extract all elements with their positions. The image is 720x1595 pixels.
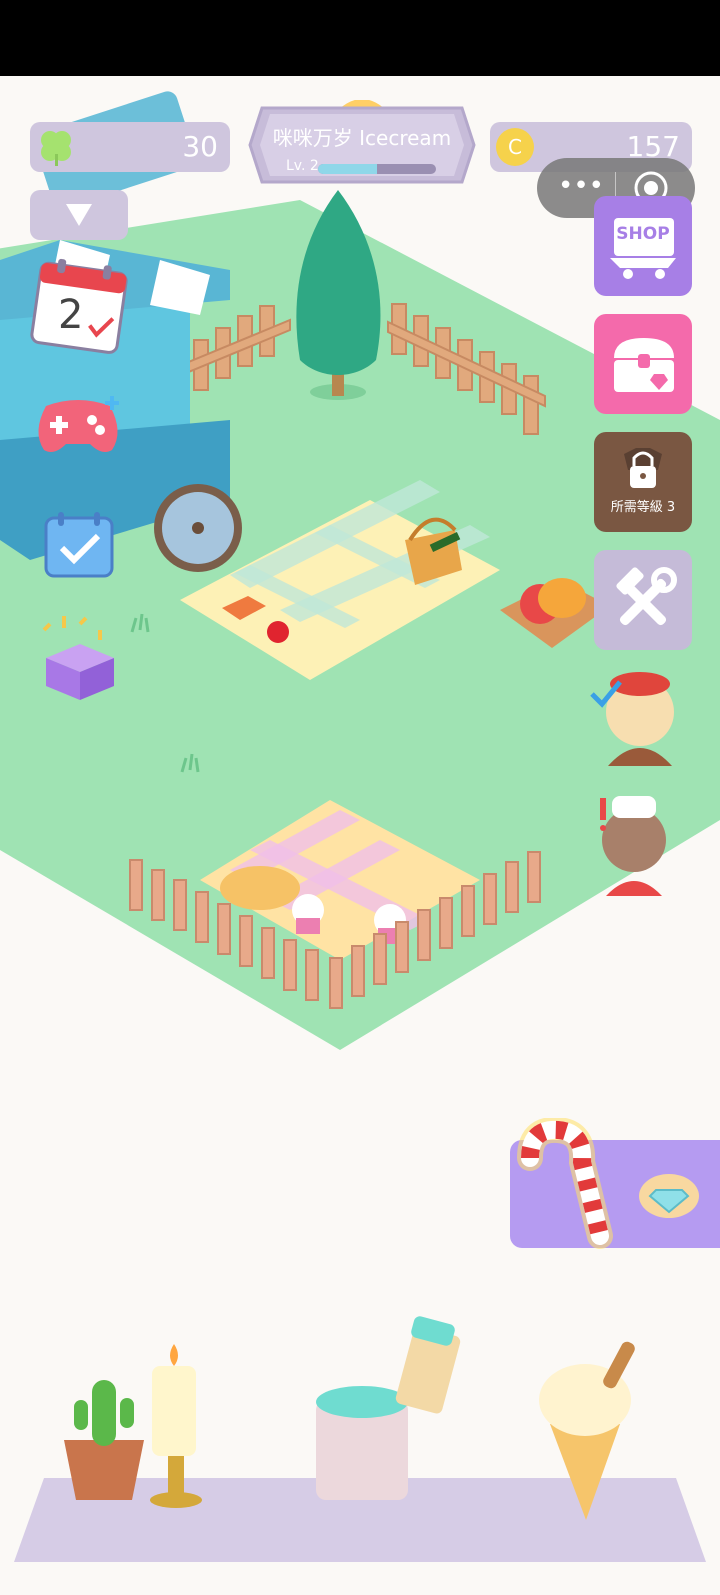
gift-box-icon [42,616,114,700]
treasure-chest-icon [614,338,674,392]
clover-count: 30 [182,130,218,163]
diamond-icon [639,1174,699,1218]
dropdown-arrow-icon [66,204,92,226]
shop-title-plaque[interactable]: 咪咪万岁 Icecream Lv. 2 [248,100,476,190]
required-level-label: 所需等級 3 [610,500,676,515]
paint-bucket-item [316,1316,461,1500]
shop-button[interactable]: SHOP [594,196,692,296]
treasure-chest-button[interactable] [594,314,692,414]
gift-box-button[interactable] [34,610,124,706]
calendar-day: 2 [58,292,84,338]
shop-name: 咪咪万岁 Icecream [272,126,452,150]
status-bar [0,0,720,76]
clover-icon [41,131,71,166]
level-progress-bar [318,164,436,174]
locked-feature-button[interactable]: 所需等級 3 [594,432,692,532]
level-label: Lv. 2 [286,158,319,174]
build-tools-button[interactable] [594,550,692,650]
cactus-item [64,1380,144,1500]
lock-icon [624,448,662,488]
hammer-wrench-icon [616,567,677,626]
shop-label: SHOP [616,224,670,244]
task-check-icon [44,512,114,578]
dropdown-button[interactable] [30,190,128,240]
candy-cane-icon[interactable] [500,1118,620,1258]
calendar-checkin-button[interactable]: 2 [30,258,130,358]
coin-icon: C [496,128,534,166]
minigame-button[interactable] [32,392,124,458]
level-progress-fill [318,164,377,174]
gamepad-icon [38,396,119,452]
task-button[interactable] [42,510,118,580]
clover-counter: 30 [30,122,230,172]
